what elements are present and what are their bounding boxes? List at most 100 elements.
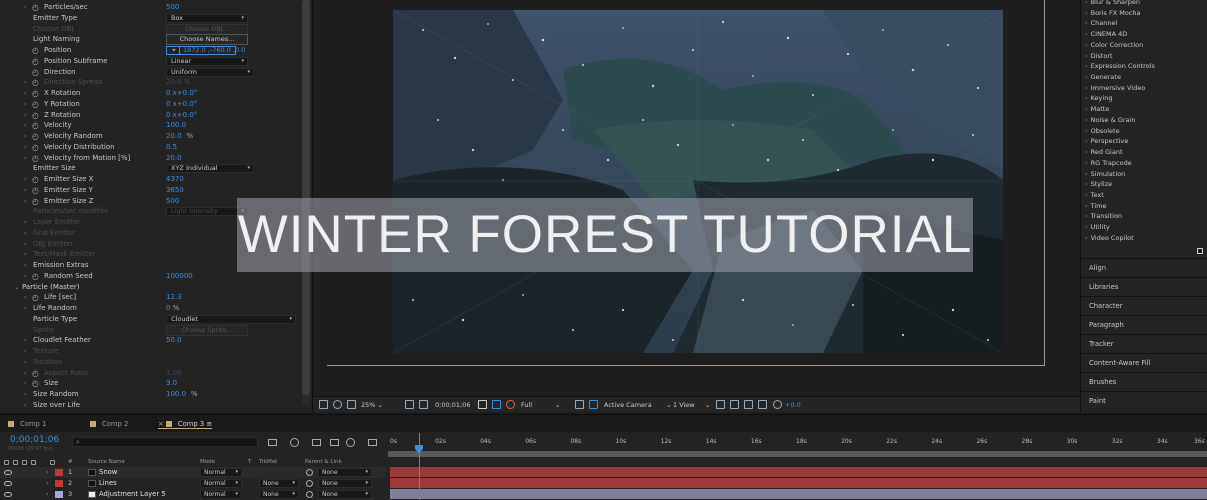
comp-mini-flowchart-icon[interactable] <box>268 439 277 446</box>
camera-dropdown[interactable]: Active Camera ⌄ <box>604 400 672 410</box>
playhead-line[interactable] <box>419 433 420 500</box>
motion-blur-icon[interactable] <box>346 438 355 447</box>
tab-comp-3[interactable]: × Comp 3 ≡ <box>158 419 213 429</box>
twirl-closed-icon[interactable]: › <box>46 467 48 478</box>
column-header-source-name[interactable]: Source Name <box>88 458 125 466</box>
panel-tracker[interactable]: Tracker <box>1081 334 1207 353</box>
particle-type-dropdown[interactable]: Cloudlet ▾ <box>166 314 296 324</box>
exposure-value[interactable]: +0.0 <box>785 400 801 410</box>
effect-category-immersive-video[interactable]: › Immersive Video <box>1085 83 1145 94</box>
grid-icon[interactable] <box>419 400 428 409</box>
trkmat-dropdown[interactable]: None ▾ <box>259 479 299 488</box>
twirl-closed-icon[interactable]: › <box>24 110 26 121</box>
pick-whip-icon[interactable] <box>306 491 313 498</box>
new-bin-icon[interactable] <box>1197 248 1203 254</box>
twirl-open-icon[interactable]: ⌄ <box>14 282 19 293</box>
twirl-closed-icon[interactable]: › <box>24 292 26 303</box>
stopwatch-icon[interactable]: ◴ <box>32 67 39 78</box>
effect-category-color-correction[interactable]: › Color Correction <box>1085 40 1143 51</box>
parent-dropdown[interactable]: None ▾ <box>318 490 372 499</box>
effect-category-blur-sharpen[interactable]: › Blur & Sharpen <box>1085 0 1140 8</box>
twirl-closed-icon[interactable]: › <box>24 368 26 379</box>
effect-category-matte[interactable]: › Matte <box>1085 104 1109 115</box>
layer-label-color[interactable] <box>55 480 63 487</box>
trkmat-dropdown[interactable]: None ▾ <box>259 490 299 499</box>
emitter-size-dropdown[interactable]: XYZ Individual ▾ <box>166 164 254 174</box>
effect-category-simulation[interactable]: › Simulation <box>1085 169 1125 180</box>
property-value[interactable]: 0.5 <box>166 142 177 153</box>
effect-category-channel[interactable]: › Channel <box>1085 18 1117 29</box>
layer-row-snow[interactable]: › 1 Snow Normal ▾ None ▾ <box>0 467 386 478</box>
column-header-t[interactable]: T <box>248 458 251 466</box>
stopwatch-icon[interactable]: ◴ <box>32 2 39 13</box>
graph-editor-icon[interactable] <box>368 439 377 446</box>
effect-category-text[interactable]: › Text <box>1085 190 1104 201</box>
panel-brushes[interactable]: Brushes <box>1081 372 1207 391</box>
draft-3d-icon[interactable] <box>290 438 299 447</box>
twirl-closed-icon[interactable]: › <box>24 196 26 207</box>
resolution-dropdown[interactable]: Full ⌄ <box>521 400 560 410</box>
viewer-timecode[interactable]: 0;00;01;06 <box>435 400 471 410</box>
twirl-closed-icon[interactable]: › <box>24 303 26 314</box>
twirl-closed-icon[interactable]: › <box>46 489 48 500</box>
stopwatch-icon[interactable]: ◴ <box>32 174 39 185</box>
mask-visibility-icon[interactable] <box>333 400 342 409</box>
effect-category-cinema-4d[interactable]: › CINEMA 4D <box>1085 29 1127 40</box>
property-value[interactable]: 0 x+0.0° <box>166 110 197 121</box>
light-naming-button[interactable]: Choose Names... <box>166 34 248 46</box>
twirl-closed-icon[interactable]: › <box>24 131 26 142</box>
property-value[interactable]: 3650 <box>166 185 184 196</box>
channels-icon[interactable] <box>506 400 515 409</box>
visibility-eye-icon[interactable] <box>4 481 12 486</box>
always-preview-icon[interactable] <box>319 400 328 409</box>
zoom-dropdown[interactable]: 25% ⌄ <box>361 400 383 410</box>
transparency-grid-icon[interactable] <box>589 400 598 409</box>
effect-category-utility[interactable]: › Utility <box>1085 222 1110 233</box>
view-layout-dropdown[interactable]: 1 View ⌄ <box>673 400 710 410</box>
frame-blending-icon[interactable] <box>330 439 339 446</box>
position-value-field[interactable]: ⌖ 1872.0 ,-760.0 ,0.0 <box>166 46 245 55</box>
twirl-closed-icon[interactable]: › <box>24 260 26 271</box>
twirl-closed-icon[interactable]: › <box>24 346 26 357</box>
effect-category-keying[interactable]: › Keying <box>1085 93 1112 104</box>
effect-category-red-giant[interactable]: › Red Giant <box>1085 147 1123 158</box>
layer-bar-lines[interactable] <box>390 478 1207 488</box>
shy-layers-icon[interactable] <box>312 439 321 446</box>
effect-category-generate[interactable]: › Generate <box>1085 72 1121 83</box>
close-tab-icon[interactable]: × <box>158 420 166 428</box>
twirl-closed-icon[interactable]: › <box>24 378 26 389</box>
twirl-closed-icon[interactable]: › <box>24 239 26 250</box>
twirl-closed-icon[interactable]: › <box>24 389 26 400</box>
composition-preview-image[interactable] <box>393 10 1003 353</box>
property-value[interactable]: 20.0 <box>166 153 182 164</box>
property-value[interactable]: 100.0 <box>166 389 186 400</box>
parent-dropdown[interactable]: None ▾ <box>318 479 372 488</box>
pick-whip-icon[interactable] <box>306 469 313 476</box>
panel-content-aware-fill[interactable]: Content-Aware Fill <box>1081 353 1207 372</box>
column-header-mode[interactable]: Mode <box>200 458 215 466</box>
stopwatch-icon[interactable]: ◴ <box>32 368 39 379</box>
panel-align[interactable]: Align <box>1081 258 1207 277</box>
twirl-closed-icon[interactable]: › <box>24 99 26 110</box>
stopwatch-icon[interactable]: ◴ <box>32 99 39 110</box>
mode-dropdown[interactable]: Normal ▾ <box>200 468 242 477</box>
twirl-closed-icon[interactable]: › <box>24 142 26 153</box>
work-area-bar[interactable] <box>388 451 1207 457</box>
camera-snapshot-icon[interactable] <box>478 400 487 409</box>
layer-name[interactable]: Adjustment Layer 5 <box>99 489 166 500</box>
property-value[interactable]: 0 <box>166 303 170 314</box>
direction-dropdown[interactable]: Uniform ▾ <box>166 67 254 77</box>
twirl-closed-icon[interactable]: › <box>24 153 26 164</box>
property-value[interactable]: 100.0 <box>166 120 186 131</box>
layer-name[interactable]: Lines <box>99 478 117 489</box>
panel-character[interactable]: Character <box>1081 296 1207 315</box>
twirl-closed-icon[interactable]: › <box>24 228 26 239</box>
twirl-closed-icon[interactable]: › <box>24 185 26 196</box>
crosshair-icon[interactable]: ⌖ <box>169 47 180 54</box>
property-value[interactable]: 20.0 <box>166 131 182 142</box>
stopwatch-icon[interactable]: ◴ <box>32 131 39 142</box>
property-value[interactable]: 3.0 <box>166 378 177 389</box>
tab-comp-1[interactable]: Comp 1 <box>8 419 46 429</box>
twirl-closed-icon[interactable]: › <box>24 88 26 99</box>
twirl-closed-icon[interactable]: › <box>24 357 26 368</box>
